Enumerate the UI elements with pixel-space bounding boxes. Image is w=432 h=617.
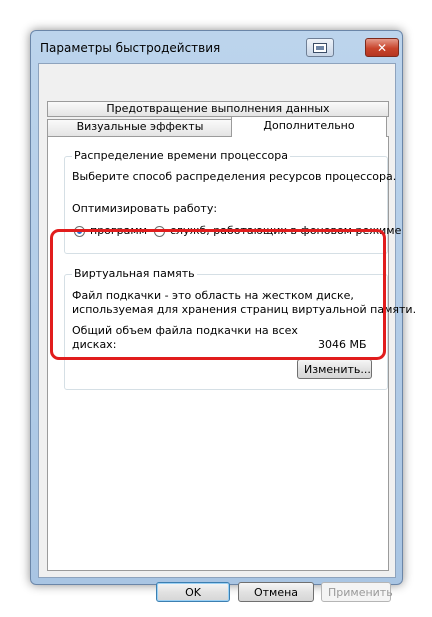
cpu-description: Выберите способ распределения ресурсов п… [72, 170, 397, 183]
help-button[interactable] [306, 38, 334, 57]
window-title: Параметры быстродействия [40, 41, 221, 55]
ok-button[interactable]: OK [156, 582, 230, 602]
apply-button[interactable]: Применить [321, 582, 393, 602]
virtual-memory-highlight-frame [50, 229, 386, 360]
cpu-group-legend: Распределение времени процессора [72, 149, 290, 162]
help-icon [313, 42, 327, 53]
close-icon: ✕ [376, 40, 388, 55]
optimize-label: Оптимизировать работу: [72, 202, 218, 215]
change-virtual-memory-button[interactable]: Изменить... [297, 359, 372, 379]
tab-advanced[interactable]: Дополнительно [231, 116, 387, 137]
cancel-button[interactable]: Отмена [238, 582, 314, 602]
tab-data-execution-prevention[interactable]: Предотвращение выполнения данных [47, 101, 389, 117]
tab-visual-effects[interactable]: Визуальные эффекты [47, 119, 233, 137]
close-button[interactable]: ✕ [365, 38, 399, 57]
